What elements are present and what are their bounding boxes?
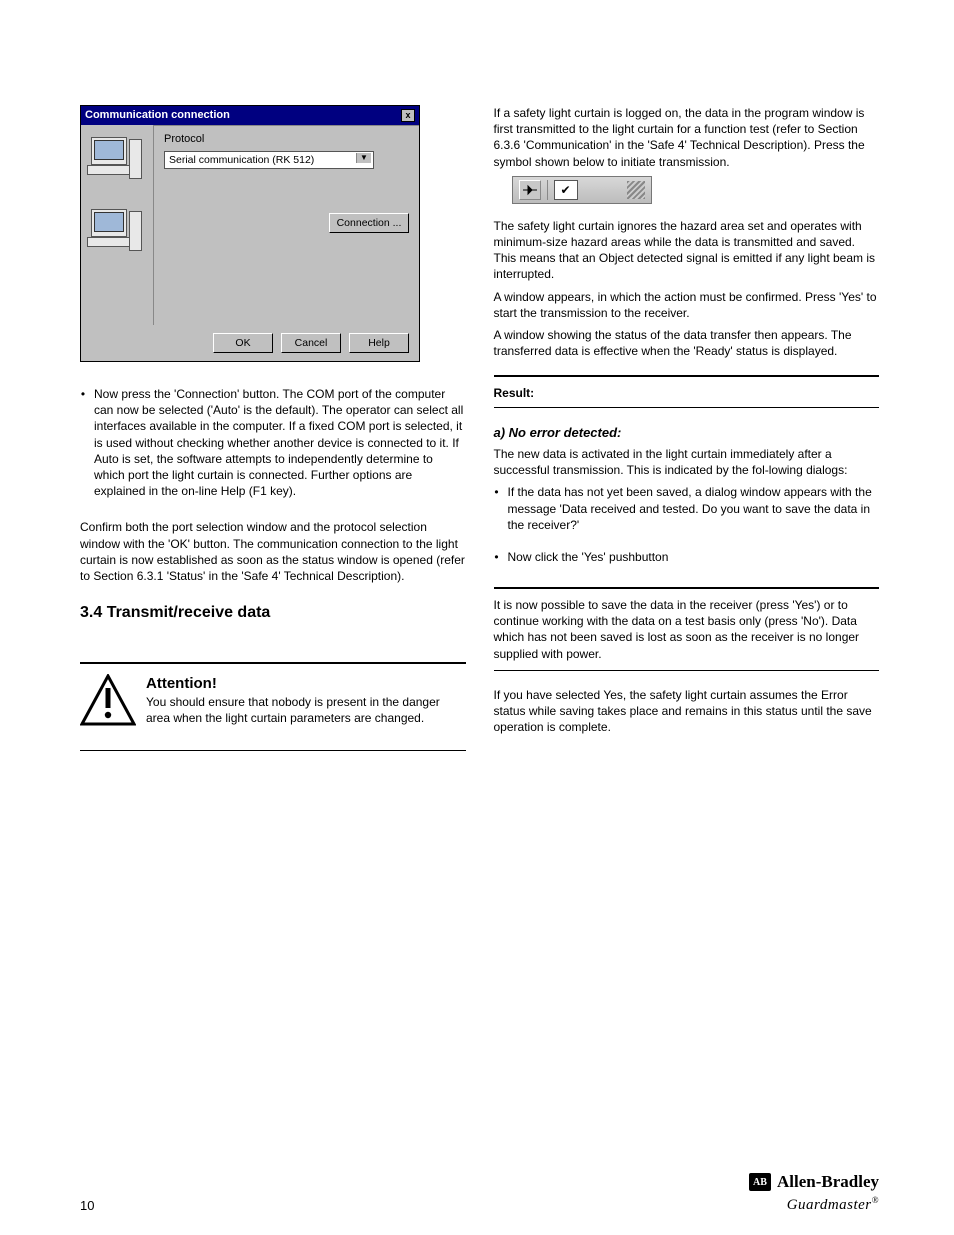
rule-line [80, 662, 466, 664]
dialog-body: Protocol Serial communication (RK 512) C… [81, 125, 419, 325]
transmit-icon [519, 180, 541, 200]
body-text: If the data has not yet been saved, a di… [508, 484, 880, 533]
brand-name: Allen-Bradley [777, 1171, 879, 1194]
ok-button[interactable]: OK [213, 333, 273, 353]
brand-sub-text: Guardmaster [787, 1197, 872, 1213]
bullet-dot-icon: • [80, 386, 86, 509]
bullet-item: • Now click the 'Yes' pushbutton [494, 549, 880, 571]
body-text: The new data is activated in the light c… [494, 446, 880, 478]
bullet-item: • If the data has not yet been saved, a … [494, 484, 880, 539]
dialog-right-pane: Protocol Serial communication (RK 512) C… [153, 125, 419, 325]
bullet-dot-icon: • [494, 484, 500, 539]
brand-subline: Guardmaster® [749, 1194, 879, 1215]
dialog-titlebar: Communication connection x [81, 106, 419, 125]
dialog-communication-connection: Communication connection x Protocol Seri… [80, 105, 420, 362]
close-icon[interactable]: x [401, 109, 415, 122]
resize-grip-icon [627, 181, 645, 199]
trademark-icon: ® [872, 1195, 879, 1205]
ruled-section: It is now possible to save the data in t… [494, 587, 880, 671]
body-text: Confirm both the port selection window a… [80, 519, 466, 584]
rule-line [80, 750, 466, 751]
dialog-button-row: OK Cancel Help [81, 325, 419, 361]
rule-line [494, 587, 880, 589]
attention-text-wrap: Attention! You should ensure that nobody… [146, 674, 466, 737]
warning-triangle-icon [80, 674, 136, 726]
page-number: 10 [80, 1197, 94, 1215]
brand-badge-icon: AB [749, 1173, 771, 1191]
attention-text: You should ensure that nobody is present… [146, 694, 466, 726]
body-text: Now click the 'Yes' pushbutton [508, 549, 669, 565]
page-footer: 10 AB Allen-Bradley Guardmaster® [0, 1171, 954, 1215]
section-heading: 3.4 Transmit/receive data [80, 602, 466, 624]
computer-icon [85, 203, 141, 255]
body-text: Now press the 'Connection' button. The C… [94, 386, 466, 499]
help-button[interactable]: Help [349, 333, 409, 353]
dialog-title: Communication connection [85, 108, 230, 123]
right-column: If a safety light curtain is logged on, … [494, 105, 880, 1040]
dialog-icon-column [81, 125, 153, 325]
brand-logo: AB Allen-Bradley Guardmaster® [749, 1171, 879, 1215]
attention-title: Attention! [146, 674, 466, 694]
protocol-group-label: Protocol [164, 132, 409, 147]
checkbox-icon: ✔ [554, 180, 578, 200]
page-body: Communication connection x Protocol Seri… [0, 0, 954, 1100]
attention-block: Attention! You should ensure that nobody… [80, 662, 466, 752]
body-text: If a safety light curtain is logged on, … [494, 105, 880, 170]
bullet-dot-icon: • [494, 549, 500, 571]
left-column: Communication connection x Protocol Seri… [80, 105, 466, 1040]
cancel-button[interactable]: Cancel [281, 333, 341, 353]
connection-button[interactable]: Connection ... [329, 213, 409, 233]
body-text: The safety light curtain ignores the haz… [494, 218, 880, 283]
rule-line [494, 407, 880, 408]
step-heading: a) No error detected: [494, 424, 880, 442]
body-text: It is now possible to save the data in t… [494, 597, 880, 662]
attention-body: Attention! You should ensure that nobody… [80, 670, 466, 745]
bullet-item: • Now press the 'Connection' button. The… [80, 386, 466, 509]
body-text: If you have selected Yes, the safety lig… [494, 687, 880, 736]
body-text: A window showing the status of the data … [494, 327, 880, 359]
result-label: Result: [494, 386, 535, 400]
toolbar-separator-icon [547, 180, 548, 200]
protocol-select-value: Serial communication (RK 512) [169, 154, 314, 166]
body-text: A window appears, in which the action mu… [494, 289, 880, 321]
toolbar-graphic: ✔ [512, 176, 652, 204]
computer-icon [85, 131, 141, 183]
rule-line [494, 375, 880, 377]
rule-line [494, 670, 880, 671]
ruled-section: Result: [494, 375, 880, 408]
protocol-select[interactable]: Serial communication (RK 512) [164, 151, 374, 169]
